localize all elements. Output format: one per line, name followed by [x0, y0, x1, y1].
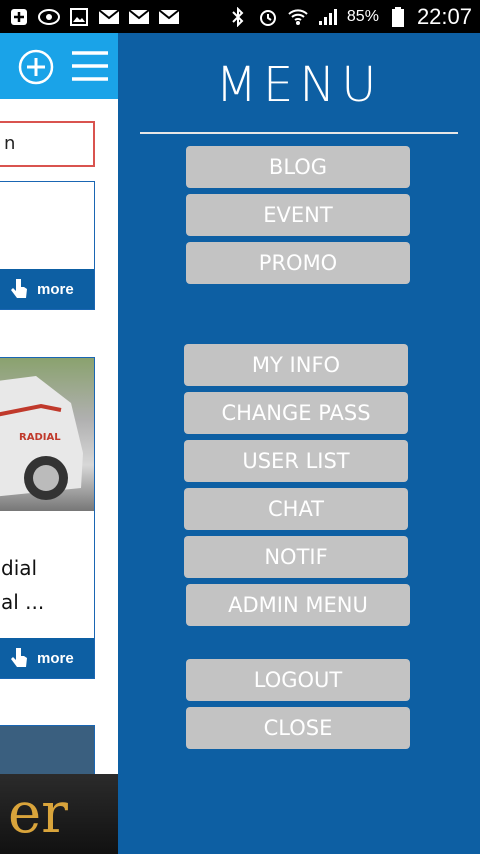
card[interactable]: RADIAL dial al ... more: [0, 357, 95, 679]
car-image: RADIAL: [0, 358, 94, 511]
card[interactable]: more: [0, 181, 95, 310]
add-icon[interactable]: [18, 49, 54, 85]
my-info-button[interactable]: MY INFO: [184, 344, 408, 386]
more-button[interactable]: more: [0, 269, 94, 309]
promo-button[interactable]: PROMO: [186, 242, 410, 284]
svg-text:RADIAL: RADIAL: [19, 432, 61, 443]
alarm-icon: [257, 8, 279, 26]
mail-icon: [98, 8, 120, 26]
change-pass-button[interactable]: CHANGE PASS: [184, 392, 408, 434]
menu-divider: [140, 132, 458, 134]
card-title: dial: [1, 556, 38, 580]
wifi-icon: [287, 8, 309, 26]
promo-banner[interactable]: er: [0, 774, 118, 854]
hamburger-menu-icon[interactable]: [70, 49, 110, 83]
battery-icon: [387, 6, 409, 27]
user-list-button[interactable]: USER LIST: [184, 440, 408, 482]
chat-button[interactable]: CHAT: [184, 488, 408, 530]
app-header: [0, 33, 118, 99]
mail-icon: [128, 8, 150, 26]
notif-button[interactable]: NOTIF: [184, 536, 408, 578]
menu-drawer: MENU BLOG EVENT PROMO MY INFO CHANGE PAS…: [118, 33, 480, 854]
event-button[interactable]: EVENT: [186, 194, 410, 236]
search-input[interactable]: n: [0, 121, 95, 167]
tap-hand-icon: [11, 648, 27, 667]
image-notification-icon: [68, 7, 90, 26]
mail-icon: [158, 8, 180, 26]
battery-percent: 85%: [346, 7, 379, 25]
menu-title: MENU: [215, 57, 383, 113]
logout-button[interactable]: LOGOUT: [186, 659, 410, 701]
card-subtitle: al ...: [1, 590, 45, 614]
bluetooth-icon: [227, 6, 249, 27]
admin-menu-button[interactable]: ADMIN MENU: [186, 584, 410, 626]
more-button[interactable]: more: [0, 638, 94, 678]
signal-icon: [317, 8, 339, 26]
clock: 22:07: [416, 3, 472, 29]
status-bar: 85% 22:07: [0, 0, 480, 33]
app-notification-icon: [38, 8, 60, 26]
tap-hand-icon: [11, 279, 27, 298]
blog-button[interactable]: BLOG: [186, 146, 410, 188]
close-button[interactable]: CLOSE: [186, 707, 410, 749]
add-notification-icon: [8, 8, 30, 26]
background-app: n more RADIAL dial al ... more er: [0, 33, 118, 854]
